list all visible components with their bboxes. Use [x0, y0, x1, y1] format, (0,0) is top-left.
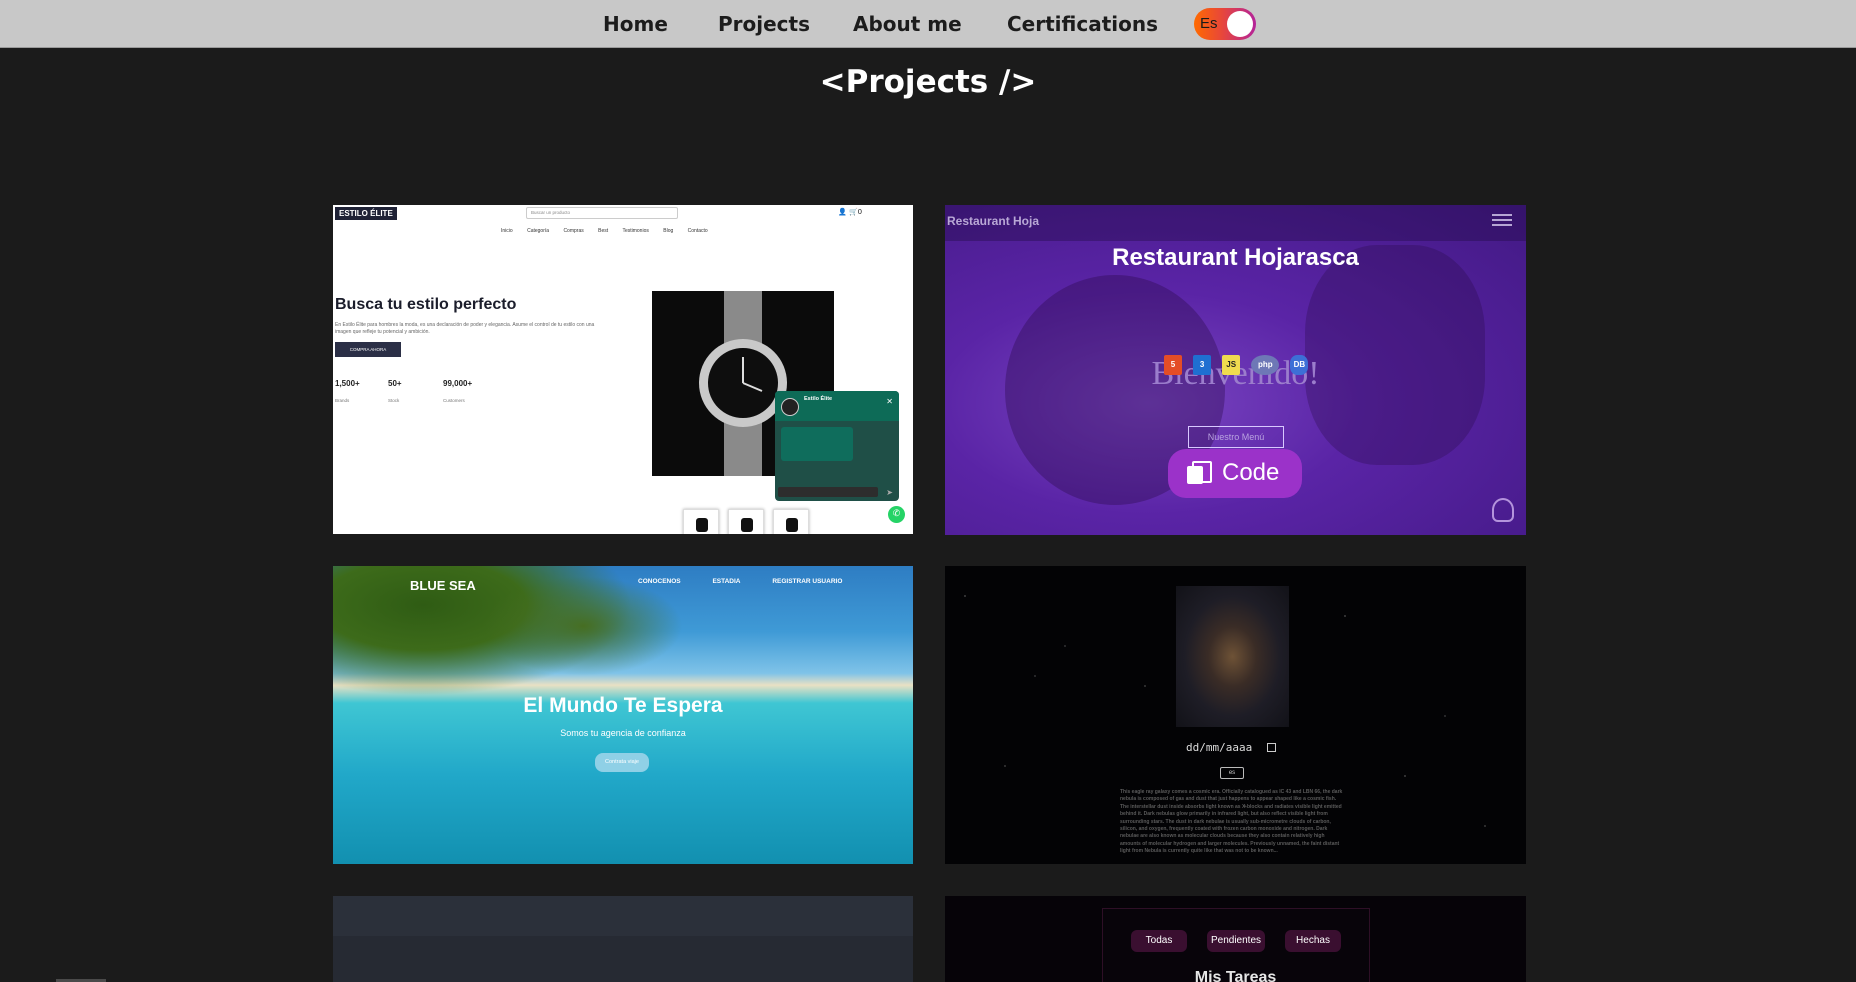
buy-now-button: COMPRA AHORA	[335, 342, 401, 357]
stat-label: Stock	[388, 398, 400, 403]
menu-item: Testimonios	[622, 228, 649, 234]
blue-sea-title: El Mundo Te Espera	[523, 694, 723, 717]
project-card-5[interactable]	[333, 896, 913, 982]
card-header-bar	[333, 896, 913, 936]
code-button[interactable]: Code	[1168, 449, 1302, 498]
language-button: es	[1220, 767, 1244, 779]
chat-title: Estilo Élite	[804, 396, 833, 402]
send-icon: ➤	[886, 488, 893, 497]
menu-item: REGISTRAR USUARIO	[772, 578, 843, 585]
nav-link-about-me[interactable]: About me	[853, 12, 962, 36]
menu-item: ESTADIA	[712, 578, 741, 585]
stat-value: 1,500+	[335, 379, 360, 388]
section-title: <Projects />	[819, 64, 1037, 100]
our-menu-button: Nuestro Menú	[1188, 426, 1284, 448]
code-button-label: Code	[1222, 459, 1280, 486]
menu-item: Categoría	[527, 228, 550, 234]
date-input: dd/mm/aaaa	[1186, 741, 1253, 754]
book-trip-button: Contrata viaje	[595, 753, 649, 772]
php-icon: php	[1251, 355, 1280, 375]
estilo-elite-description: En Estilo Élite para hombres la moda, es…	[335, 322, 595, 335]
language-label: Es	[1200, 15, 1218, 32]
nav-link-certifications[interactable]: Certifications	[1007, 12, 1158, 36]
whatsapp-icon: ✆	[888, 506, 905, 523]
menu-item: CONOCENOS	[638, 578, 681, 585]
restaurant-title: Restaurant Hojarasca	[1112, 244, 1359, 271]
tasks-title: Mis Tareas	[1194, 969, 1277, 982]
thumbnail	[728, 509, 765, 534]
toggle-knob	[1227, 11, 1253, 37]
restaurant-brand: Restaurant Hoja	[947, 214, 1040, 228]
nav-link-projects[interactable]: Projects	[718, 12, 810, 36]
estilo-elite-logo: ESTILO ÉLITE	[335, 207, 397, 220]
nav-link-home[interactable]: Home	[603, 12, 668, 36]
whatsapp-chat-widget: Estilo Élite ✕ ➤	[775, 391, 899, 501]
chat-input	[778, 487, 878, 497]
menu-item: Contacto	[687, 228, 708, 234]
filter-pending-button: Pendientes	[1207, 930, 1265, 952]
estilo-elite-heading: Busca tu estilo perfecto	[335, 296, 517, 313]
database-icon: DB	[1290, 355, 1309, 375]
menu-item: Compras	[563, 228, 584, 234]
blue-sea-brand: BLUE SEA	[410, 578, 476, 593]
menu-item: Inicio	[501, 228, 513, 234]
language-toggle[interactable]: Es	[1194, 8, 1256, 40]
top-navbar: Home Projects About me Certifications Es	[0, 0, 1856, 48]
nebula-description: This eagle ray galaxy comes a cosmic era…	[1120, 789, 1343, 855]
copy-code-icon	[1187, 461, 1212, 484]
menu-item: Best	[598, 228, 609, 234]
palm-trees	[483, 576, 683, 676]
project-card-restaurant-hojarasca[interactable]: Restaurant Hoja Restaurant Hojarasca Bie…	[945, 205, 1526, 535]
project-card-tasks[interactable]: Todas Pendientes Hechas Mis Tareas	[945, 896, 1526, 982]
project-card-blue-sea[interactable]: BLUE SEA CONOCENOS ESTADIA REGISTRAR USU…	[333, 566, 913, 864]
close-icon: ✕	[886, 397, 893, 406]
project-card-estilo-elite[interactable]: ESTILO ÉLITE Buscar un producto Inicio C…	[333, 205, 913, 534]
nebula-image	[1176, 586, 1289, 727]
stat-label: Customers	[443, 398, 465, 403]
stat-label: Brands	[335, 398, 350, 403]
stat-value: 50+	[388, 379, 402, 388]
filter-all-button: Todas	[1131, 930, 1187, 952]
project-card-space-nebula[interactable]: dd/mm/aaaa es This eagle ray galaxy come…	[945, 566, 1526, 864]
menu-item: Blog	[663, 228, 674, 234]
html5-icon: 5	[1164, 355, 1182, 375]
tech-stack-icons: 5 3 JS php DB	[1164, 352, 1314, 375]
chat-header: Estilo Élite ✕	[775, 391, 899, 421]
javascript-icon: JS	[1222, 355, 1241, 375]
search-input: Buscar un producto	[526, 207, 678, 219]
chat-avatar	[781, 398, 799, 416]
stat-value: 99,000+	[443, 379, 473, 388]
user-cart-icons: 👤 🛒0	[838, 208, 863, 216]
blue-sea-subtitle: Somos tu agencia de confianza	[560, 728, 686, 738]
blue-sea-menu: CONOCENOS ESTADIA REGISTRAR USUARIO	[638, 578, 872, 585]
product-thumbnails	[683, 509, 813, 534]
chat-bubble	[781, 427, 853, 461]
hamburger-menu-icon	[1492, 214, 1512, 228]
thumbnail	[683, 509, 719, 534]
filter-done-button: Hechas	[1285, 930, 1341, 952]
calendar-icon	[1267, 743, 1276, 752]
css3-icon: 3	[1193, 355, 1212, 375]
shopping-bag-icon	[1492, 498, 1514, 522]
thumbnail	[773, 509, 810, 534]
estilo-elite-menu: Inicio Categoría Compras Best Testimonio…	[501, 228, 721, 234]
